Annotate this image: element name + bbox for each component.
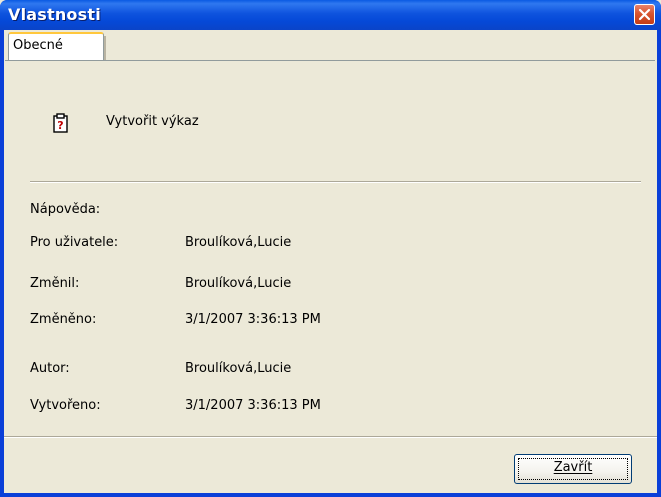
tab-edge [104,36,106,60]
footer-divider [4,436,657,438]
for-user-label: Pro uživatele: [30,235,119,250]
modified-label: Změněno: [30,312,97,327]
close-icon [638,8,651,21]
for-user-value: Broulíková,Lucie [185,235,292,250]
svg-text:?: ? [57,119,63,132]
modified-value: 3/1/2007 3:36:13 PM [185,312,321,327]
section-divider [30,181,641,183]
created-label: Vytvořeno: [30,398,101,413]
author-label: Autor: [30,361,70,376]
close-window-button[interactable] [634,4,655,25]
close-button[interactable]: Zavřít [514,454,632,484]
tab-general-label: Obecné [13,38,63,53]
modified-by-label: Změnil: [30,276,80,291]
help-label: Nápověda: [30,202,101,217]
properties-dialog: Vlastnosti Obecné ? Vytvořit výkaz Nápov… [0,0,661,497]
tab-general[interactable]: Obecné [8,32,104,60]
title-bar[interactable]: Vlastnosti [0,0,661,30]
modified-by-value: Broulíková,Lucie [185,276,292,291]
dialog-client-area: Obecné ? Vytvořit výkaz Nápověda: Pro už… [4,30,657,493]
close-button-label: Zavřít [553,460,593,475]
report-question-icon: ? [53,113,68,133]
author-value: Broulíková,Lucie [185,361,292,376]
window-title: Vlastnosti [8,5,101,24]
report-name: Vytvořit výkaz [106,114,199,129]
created-value: 3/1/2007 3:36:13 PM [185,398,321,413]
